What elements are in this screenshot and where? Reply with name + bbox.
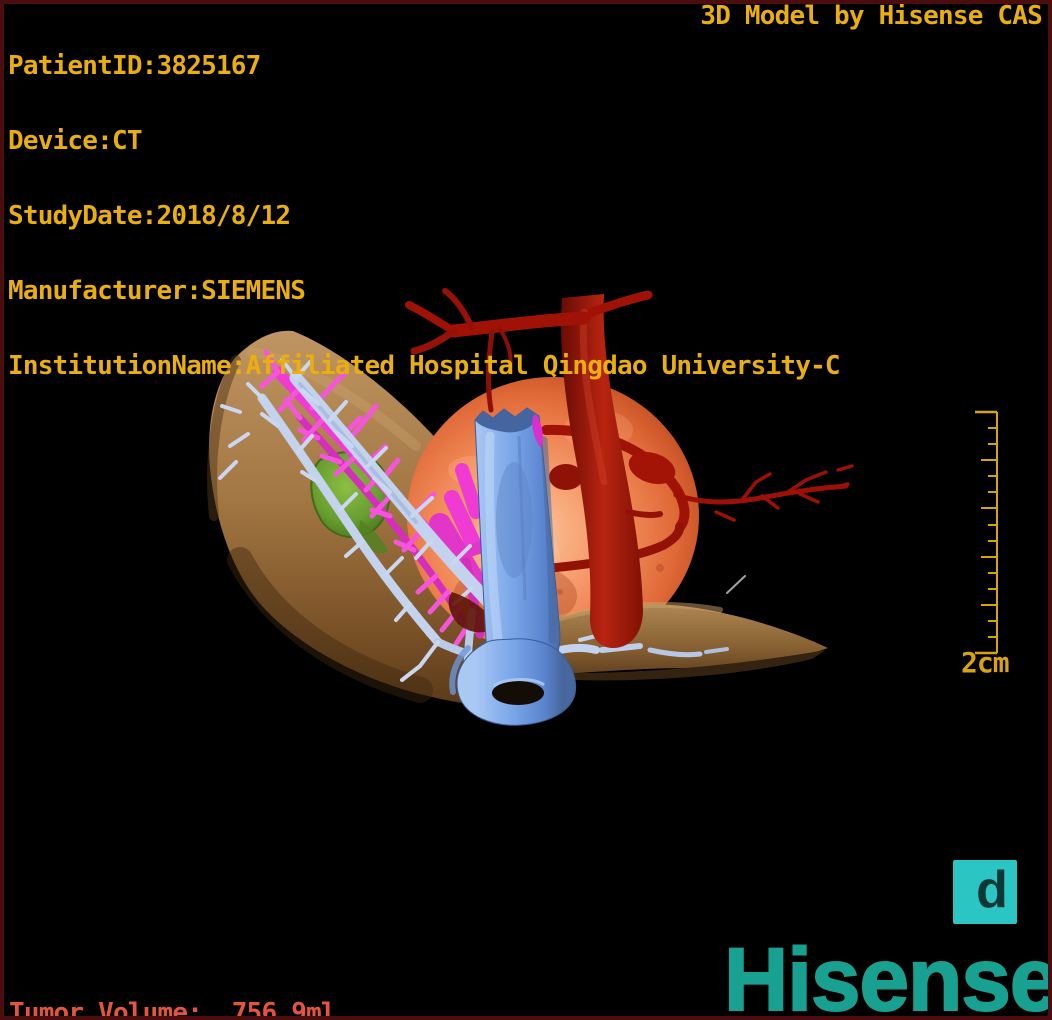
manufacturer: Manufacturer:SIEMENS xyxy=(8,276,306,306)
institution-name: InstitutionName:Affiliated Hospital Qing… xyxy=(8,351,841,381)
specular-artifact xyxy=(726,575,746,594)
d-mark-icon: d xyxy=(953,860,1017,924)
stent-lumen-hole xyxy=(492,681,544,705)
view-title: 3D Model by Hisense CAS xyxy=(700,1,1042,31)
hisense-logo: Hisense xyxy=(723,936,1052,1020)
study-date: StudyDate:2018/8/12 xyxy=(8,201,291,231)
liver-right-lobe-tip xyxy=(544,601,828,681)
patient-id: PatientID:3825167 xyxy=(8,51,261,81)
d-mark-letter: d xyxy=(976,861,1008,919)
hisense-logo-text: Hisense xyxy=(724,936,1052,1020)
tumor-volume: Tumor Volume: 756.9ml xyxy=(9,998,337,1020)
scale-label: 2cm xyxy=(961,646,1010,679)
hisense-cas-3d-viewer: PatientID:3825167 Device:CT StudyDate:20… xyxy=(0,0,1052,1020)
device: Device:CT xyxy=(8,126,142,156)
volume-measurements: Tumor Volume: 756.9ml Liver Volume: 2390… xyxy=(9,951,337,1020)
scale-ruler xyxy=(975,410,998,655)
patient-info-overlay: PatientID:3825167 Device:CT StudyDate:20… xyxy=(8,4,841,429)
